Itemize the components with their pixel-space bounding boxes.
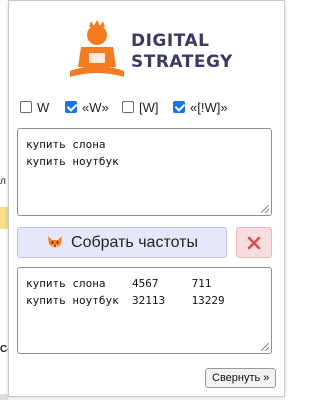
background-element — [0, 394, 8, 400]
resize-handle-icon[interactable] — [260, 342, 269, 351]
input-line: купить ноутбук — [26, 155, 119, 168]
background-highlight — [0, 207, 8, 229]
background-text-fragment: л — [0, 176, 6, 187]
option-exact[interactable]: «[!W]» — [173, 98, 228, 116]
fox-icon — [48, 235, 63, 247]
brand-line-1: DIGITAL — [131, 31, 210, 51]
brand-line-2: STRATEGY — [131, 52, 233, 72]
option-label: «W» — [82, 99, 109, 115]
resize-handle-icon[interactable] — [260, 204, 269, 213]
brand-name: DIGITAL STRATEGY — [131, 31, 233, 73]
result-row: купить ноутбук 32113 13229 — [26, 294, 225, 307]
clear-button[interactable] — [236, 227, 272, 258]
collect-frequencies-button[interactable]: Собрать частоты — [17, 227, 227, 258]
brand-header: DIGITAL STRATEGY — [9, 1, 284, 89]
option-label: «[!W]» — [190, 99, 228, 115]
close-icon — [247, 236, 261, 249]
collect-button-label: Собрать частоты — [71, 233, 198, 251]
keywords-input[interactable]: купить слона купить ноутбук — [17, 128, 272, 216]
result-row: купить слона 4567 711 — [26, 277, 212, 290]
checkbox-quoted[interactable] — [65, 101, 77, 113]
collapse-button[interactable]: Свернуть » — [205, 368, 277, 388]
checkbox-exact[interactable] — [173, 101, 185, 113]
checkbox-bracketed[interactable] — [122, 101, 134, 113]
option-label: W — [37, 99, 50, 115]
background-page — [0, 0, 8, 400]
option-quoted[interactable]: «W» — [65, 98, 109, 116]
option-broad[interactable]: W — [20, 98, 49, 116]
extension-popup: DIGITAL STRATEGY W «W» [W] «[!W]» купить… — [8, 0, 285, 397]
checkbox-broad[interactable] — [20, 101, 32, 113]
logo-person-laptop-icon — [70, 20, 124, 77]
results-output[interactable]: купить слона 4567 711 купить ноутбук 321… — [17, 267, 272, 354]
input-line: купить слона — [26, 138, 106, 151]
option-bracketed[interactable]: [W] — [122, 98, 159, 116]
option-label: [W] — [139, 99, 159, 115]
